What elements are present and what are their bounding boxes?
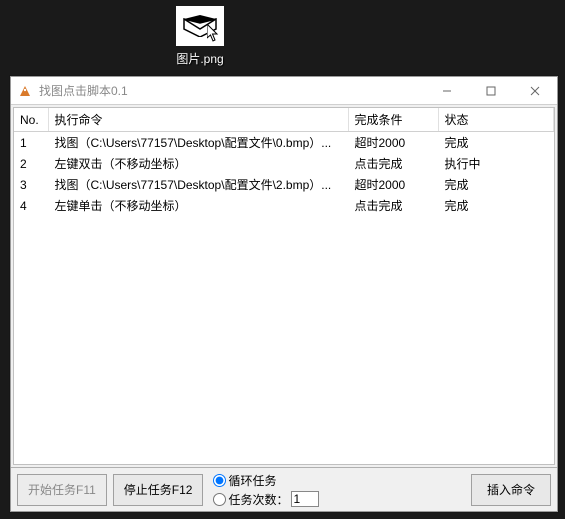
loop-task-radio[interactable] [213, 474, 226, 487]
cell-cmd: 左键单击（不移动坐标） [48, 195, 348, 216]
titlebar[interactable]: 找图点击脚本0.1 [11, 77, 557, 105]
col-cmd[interactable]: 执行命令 [48, 108, 348, 132]
table-row[interactable]: 1找图（C:\Users\77157\Desktop\配置文件\0.bmp）..… [14, 132, 554, 154]
col-cond[interactable]: 完成条件 [348, 108, 438, 132]
cell-no: 2 [14, 153, 48, 174]
count-task-radio[interactable] [213, 493, 226, 506]
cell-cmd: 找图（C:\Users\77157\Desktop\配置文件\2.bmp）... [48, 174, 348, 195]
cell-no: 1 [14, 132, 48, 154]
cursor-icon [207, 24, 221, 44]
cell-no: 4 [14, 195, 48, 216]
app-icon [17, 83, 33, 99]
task-mode-group: 循环任务 任务次数： [213, 472, 318, 508]
desktop-file[interactable]: 图片.png [165, 6, 235, 67]
cell-cmd: 找图（C:\Users\77157\Desktop\配置文件\0.bmp）... [48, 132, 348, 154]
maximize-button[interactable] [469, 77, 513, 105]
stop-task-button[interactable]: 停止任务F12 [113, 474, 204, 506]
loop-task-label: 循环任务 [228, 472, 276, 489]
minimize-button[interactable] [425, 77, 469, 105]
bottom-bar: 开始任务F11 停止任务F12 循环任务 任务次数： 插入命令 [11, 467, 557, 511]
cell-status: 完成 [438, 195, 554, 216]
table-header-row[interactable]: No. 执行命令 完成条件 状态 [14, 108, 554, 132]
desktop-file-label: 图片.png [165, 50, 235, 67]
task-table[interactable]: No. 执行命令 完成条件 状态 1找图（C:\Users\77157\Desk… [13, 107, 555, 465]
cell-cond: 点击完成 [348, 153, 438, 174]
count-task-label: 任务次数： [228, 491, 288, 508]
app-window: 找图点击脚本0.1 No. 执行命令 [10, 76, 558, 512]
cell-status: 完成 [438, 132, 554, 154]
cell-cond: 点击完成 [348, 195, 438, 216]
cell-cond: 超时2000 [348, 174, 438, 195]
col-no[interactable]: No. [14, 108, 48, 132]
cell-status: 执行中 [438, 153, 554, 174]
task-count-input[interactable] [291, 491, 319, 507]
loop-task-option[interactable]: 循环任务 [213, 472, 318, 489]
table-row[interactable]: 2左键双击（不移动坐标）点击完成执行中 [14, 153, 554, 174]
count-task-option[interactable]: 任务次数： [213, 491, 318, 508]
start-task-button[interactable]: 开始任务F11 [17, 474, 107, 506]
cell-status: 完成 [438, 174, 554, 195]
table-row[interactable]: 3找图（C:\Users\77157\Desktop\配置文件\2.bmp）..… [14, 174, 554, 195]
col-status[interactable]: 状态 [438, 108, 554, 132]
cell-no: 3 [14, 174, 48, 195]
insert-command-button[interactable]: 插入命令 [471, 474, 551, 506]
window-title: 找图点击脚本0.1 [39, 82, 425, 99]
cell-cmd: 左键双击（不移动坐标） [48, 153, 348, 174]
cell-cond: 超时2000 [348, 132, 438, 154]
close-button[interactable] [513, 77, 557, 105]
table-row[interactable]: 4左键单击（不移动坐标）点击完成完成 [14, 195, 554, 216]
